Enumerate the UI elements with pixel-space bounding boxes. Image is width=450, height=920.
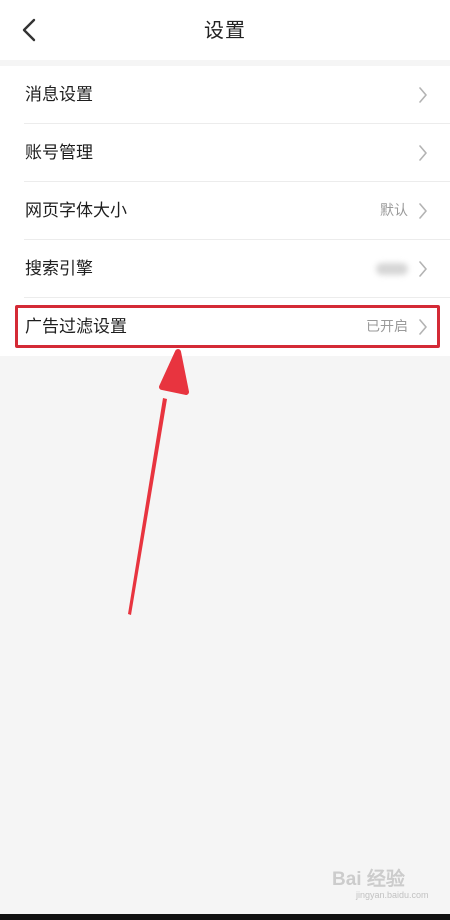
page-title: 设置 — [204, 18, 246, 42]
settings-item-label: 账号管理 — [25, 143, 93, 163]
watermark: Bai 经验 jingyan.baidu.com — [332, 864, 432, 908]
settings-screen: 设置 消息设置 账号管理 网页字体大小 默认 搜索引擎 广告过滤设置 已开启 B… — [0, 0, 450, 920]
settings-item-font-size[interactable]: 网页字体大小 默认 — [0, 182, 450, 240]
watermark-logo: Bai 经验 — [332, 869, 405, 890]
nav-bar: 设置 — [0, 0, 450, 60]
chevron-right-icon — [419, 319, 427, 335]
chevron-right-icon — [419, 261, 427, 277]
watermark-url: jingyan.baidu.com — [356, 890, 429, 900]
settings-list: 消息设置 账号管理 网页字体大小 默认 搜索引擎 广告过滤设置 已开启 — [0, 66, 450, 356]
obscured-value — [376, 263, 408, 275]
chevron-right-icon — [419, 145, 427, 161]
settings-item-account[interactable]: 账号管理 — [0, 124, 450, 182]
settings-item-label: 广告过滤设置 — [25, 317, 127, 337]
settings-item-ad-filter[interactable]: 广告过滤设置 已开启 — [0, 298, 450, 356]
settings-item-label: 搜索引擎 — [25, 259, 93, 279]
chevron-right-icon — [419, 87, 427, 103]
settings-item-label: 网页字体大小 — [25, 201, 127, 221]
settings-item-value: 已开启 — [366, 319, 408, 335]
settings-item-search-engine[interactable]: 搜索引擎 — [0, 240, 450, 298]
settings-item-value: 默认 — [380, 203, 408, 219]
settings-item-message[interactable]: 消息设置 — [0, 66, 450, 124]
settings-item-label: 消息设置 — [25, 85, 93, 105]
bottom-bar — [0, 914, 450, 920]
chevron-right-icon — [419, 203, 427, 219]
